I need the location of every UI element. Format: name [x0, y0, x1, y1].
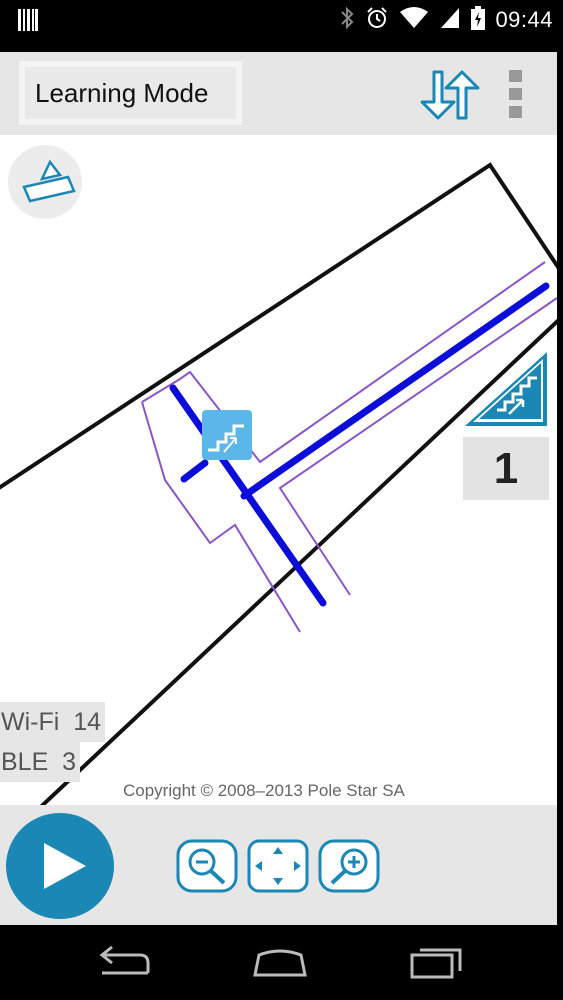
signal-icon — [439, 6, 461, 35]
ble-count: 3 — [62, 748, 77, 776]
stairs-marker-icon — [202, 410, 252, 460]
map-view[interactable]: 1 Wi-Fi 14 BLE 3 Copyright © 2008–2013 P… — [0, 135, 557, 805]
fit-view-icon[interactable] — [247, 839, 309, 893]
ble-stat: BLE 3 — [0, 742, 81, 782]
clock-time: 09:44 — [495, 7, 553, 32]
wifi-icon — [399, 6, 429, 35]
signal-stats: Wi-Fi 14 BLE 3 — [0, 702, 106, 782]
zoom-out-icon[interactable] — [176, 839, 238, 893]
wifi-stat: Wi-Fi 14 — [0, 702, 106, 742]
status-bar: 09:44 — [0, 0, 563, 40]
mode-label: Learning Mode — [25, 67, 236, 119]
zoom-in-icon[interactable] — [318, 839, 380, 893]
notification-barcode-icon — [18, 9, 38, 36]
ble-label: BLE — [1, 748, 49, 776]
home-icon[interactable] — [245, 941, 315, 983]
swap-arrows-icon[interactable] — [414, 68, 480, 122]
screen-edge — [557, 40, 563, 925]
bottom-toolbar — [0, 805, 557, 925]
back-icon[interactable] — [90, 941, 160, 983]
battery-icon — [471, 5, 486, 35]
copyright-text: Copyright © 2008–2013 Pole Star SA — [123, 781, 405, 800]
overflow-menu-icon[interactable] — [505, 68, 527, 120]
stairs-icon[interactable] — [463, 350, 549, 428]
floor-indicator[interactable]: 1 — [463, 437, 549, 500]
app-bar: Learning Mode — [0, 52, 557, 135]
bluetooth-icon — [339, 6, 355, 35]
wifi-label: Wi-Fi — [1, 708, 60, 736]
alarm-icon — [365, 6, 389, 35]
wifi-count: 14 — [73, 708, 102, 736]
route-segment-stub — [180, 459, 209, 483]
layers-icon[interactable] — [8, 145, 82, 219]
play-icon[interactable] — [6, 813, 114, 919]
mode-selector[interactable]: Learning Mode — [19, 61, 242, 125]
recent-apps-icon[interactable] — [402, 941, 472, 983]
navigation-bar — [0, 925, 563, 1000]
